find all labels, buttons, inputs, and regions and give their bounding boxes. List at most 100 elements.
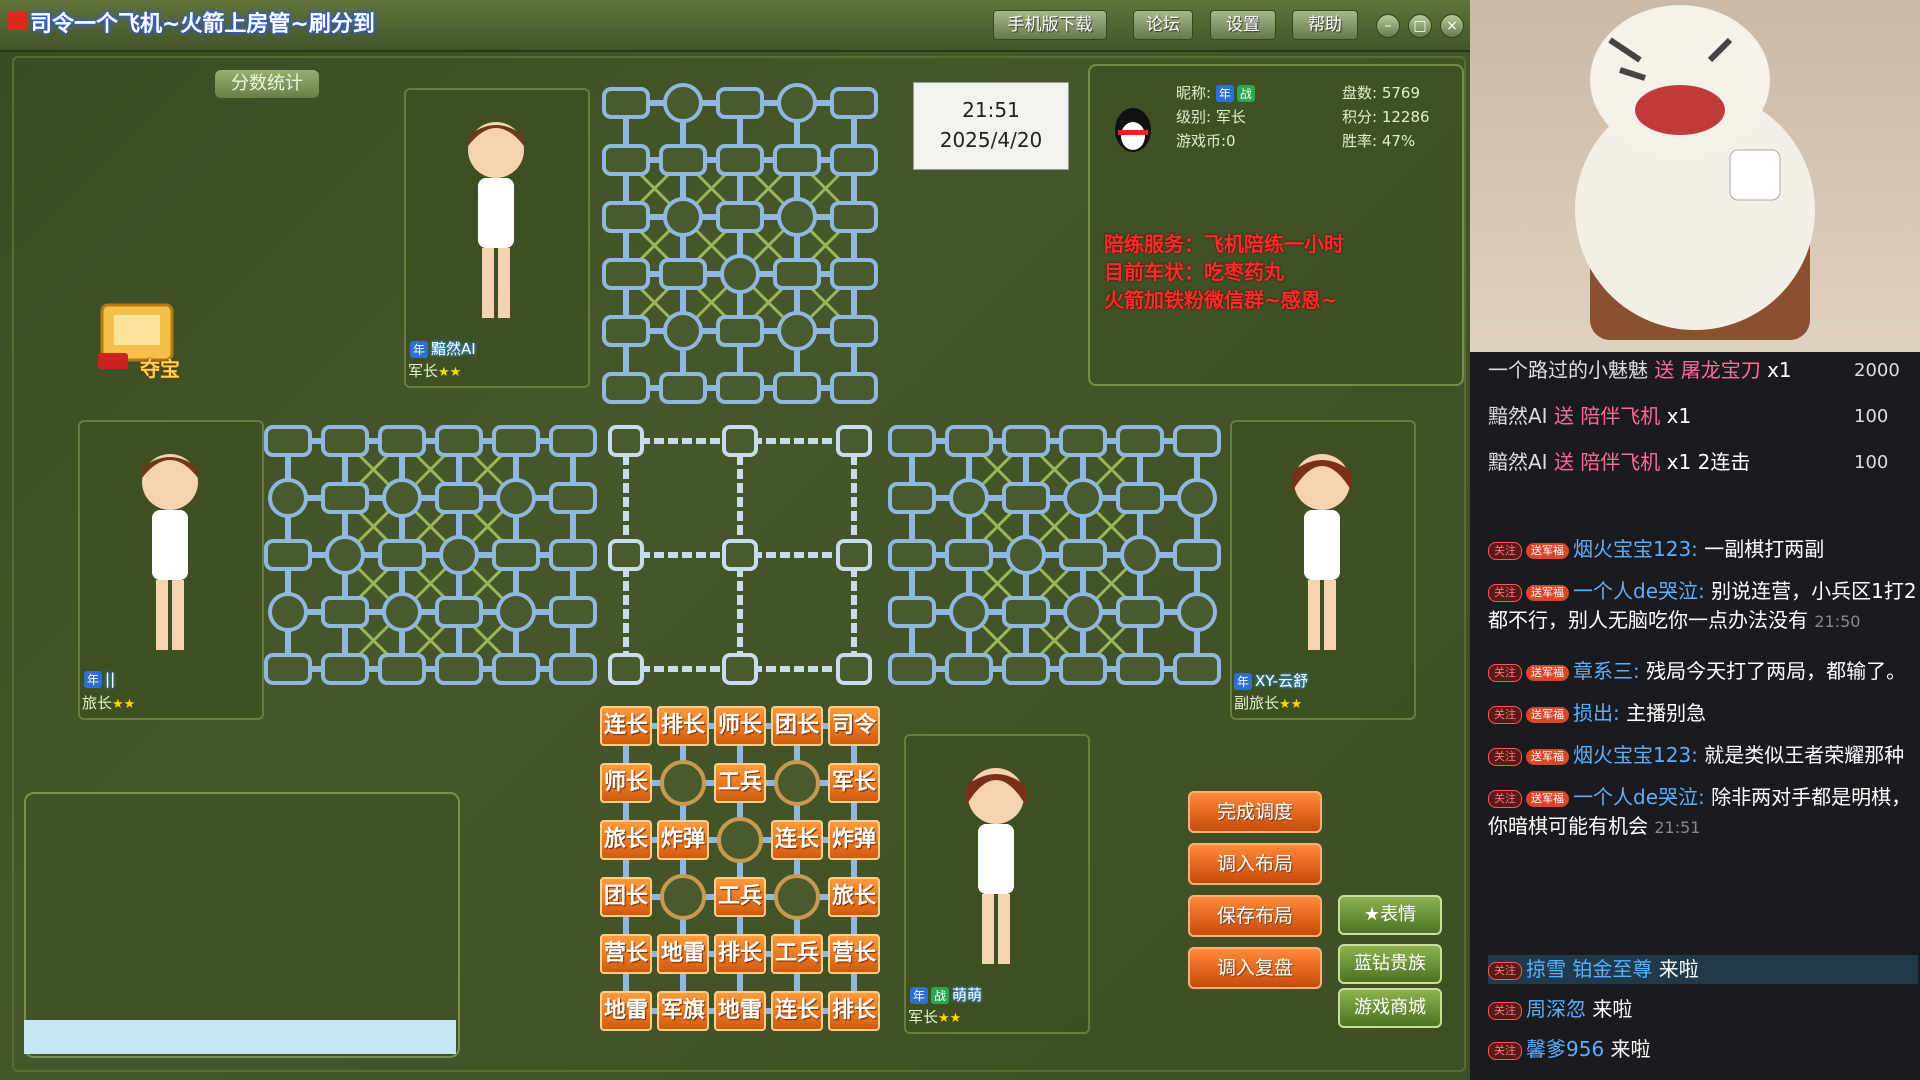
camp-station[interactable]	[717, 817, 763, 863]
board-right-station	[945, 539, 993, 571]
board-right-station	[1173, 653, 1221, 685]
board-top-station	[602, 87, 650, 119]
board-left-station	[492, 539, 540, 571]
piece[interactable]: 师长	[714, 706, 766, 746]
board-left-station	[549, 539, 597, 571]
piece[interactable]: 军旗	[657, 991, 709, 1031]
board-left-camp	[439, 535, 479, 575]
camp-station[interactable]	[774, 874, 820, 920]
piece[interactable]: 炸弹	[657, 820, 709, 860]
piece[interactable]: 排长	[828, 991, 880, 1031]
camp-station[interactable]	[774, 760, 820, 806]
board-top-station	[830, 144, 878, 176]
board-right-station	[1116, 482, 1164, 514]
save-layout-button[interactable]: 保存布局	[1188, 895, 1322, 937]
game-window: 司令一个飞机~火箭上房管~刷分到 手机版下载 论坛 设置 帮助 – □ × 分数…	[0, 0, 1470, 1080]
board-right-camp	[1177, 592, 1217, 632]
board-top-station	[716, 201, 764, 233]
board-right-station	[1059, 539, 1107, 571]
board-right-camp	[949, 478, 989, 518]
piece[interactable]: 排长	[714, 934, 766, 974]
piece[interactable]: 连长	[771, 820, 823, 860]
board-left-camp	[496, 592, 536, 632]
board-top-station	[830, 372, 878, 404]
board-right-station	[888, 653, 936, 685]
piece[interactable]: 地雷	[657, 934, 709, 974]
board-top-camp	[663, 197, 703, 237]
board-left-camp	[268, 592, 308, 632]
piece[interactable]: 团长	[600, 877, 652, 917]
board-right-camp	[949, 592, 989, 632]
board-right-camp	[1006, 535, 1046, 575]
piece[interactable]: 工兵	[714, 877, 766, 917]
piece[interactable]: 地雷	[714, 991, 766, 1031]
piece[interactable]: 师长	[600, 763, 652, 803]
board-top-station	[716, 87, 764, 119]
piece[interactable]: 排长	[657, 706, 709, 746]
chat-message: 关注 送军福 章系三: 残局今天打了两局，都输了。	[1488, 657, 1918, 687]
piece[interactable]: 营长	[828, 934, 880, 974]
finish-deploy-button[interactable]: 完成调度	[1188, 791, 1322, 833]
piece[interactable]: 营长	[600, 934, 652, 974]
board-top-station	[716, 372, 764, 404]
board-center-station	[608, 653, 644, 685]
board-top-station	[602, 315, 650, 347]
board-right-station	[1116, 425, 1164, 457]
board-top-station	[773, 258, 821, 290]
board-top-camp	[663, 311, 703, 351]
board-top-station	[830, 87, 878, 119]
load-replay-button[interactable]: 调入复盘	[1188, 947, 1322, 989]
board-right-station	[888, 539, 936, 571]
piece[interactable]: 团长	[771, 706, 823, 746]
board-top-station	[830, 201, 878, 233]
piece[interactable]: 旅长	[600, 820, 652, 860]
piece[interactable]: 地雷	[600, 991, 652, 1031]
game-chat-input[interactable]	[24, 1020, 456, 1054]
board-left-station	[435, 653, 483, 685]
emoji-button[interactable]: ★表情	[1338, 895, 1442, 935]
load-layout-button[interactable]: 调入布局	[1188, 843, 1322, 885]
game-shop-button[interactable]: 游戏商城	[1338, 988, 1442, 1028]
camp-station[interactable]	[660, 760, 706, 806]
board-center-station	[836, 539, 872, 571]
blue-diamond-button[interactable]: 蓝钻贵族	[1338, 944, 1442, 984]
board-top-station	[602, 372, 650, 404]
chat-message: 关注 送军福 一个人de哭泣: 除非两对手都是明棋，你暗棋可能有机会 21:51	[1488, 785, 1912, 838]
board-right-station	[888, 596, 936, 628]
piece[interactable]: 炸弹	[828, 820, 880, 860]
piece[interactable]: 连长	[600, 706, 652, 746]
piece[interactable]: 旅长	[828, 877, 880, 917]
board-left-station	[321, 596, 369, 628]
board-top-station	[602, 258, 650, 290]
board-left-station	[549, 482, 597, 514]
board-left-station	[435, 482, 483, 514]
board-right-camp	[1063, 592, 1103, 632]
board-left-station	[264, 539, 312, 571]
join-message: 关注 周深忽 来啦	[1488, 995, 1918, 1024]
board-left-camp	[382, 478, 422, 518]
board-right-camp	[1120, 535, 1160, 575]
board-right-station	[1002, 596, 1050, 628]
board-center-station	[722, 653, 758, 685]
board-top-camp	[663, 83, 703, 123]
board-right-station	[1002, 425, 1050, 457]
board-top-station	[773, 372, 821, 404]
piece[interactable]: 工兵	[771, 934, 823, 974]
board-center-station	[608, 539, 644, 571]
board-top-station	[830, 315, 878, 347]
piece[interactable]: 工兵	[714, 763, 766, 803]
join-message: 关注 馨爹956 来啦	[1488, 1035, 1918, 1064]
board-right-station	[945, 425, 993, 457]
board-left-camp	[496, 478, 536, 518]
board-top-camp	[777, 197, 817, 237]
board-right-station	[1173, 539, 1221, 571]
camp-station[interactable]	[660, 874, 706, 920]
piece[interactable]: 军长	[828, 763, 880, 803]
piece[interactable]: 连长	[771, 991, 823, 1031]
gift-coins: 100	[1854, 452, 1889, 473]
piece[interactable]: 司令	[828, 706, 880, 746]
board-right-station	[888, 425, 936, 457]
webcam-view	[1470, 0, 1920, 352]
board-center-station	[722, 539, 758, 571]
board-center-station	[722, 425, 758, 457]
